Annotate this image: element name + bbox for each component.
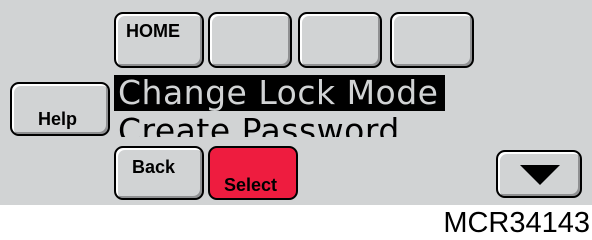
back-button-label: Back — [132, 157, 176, 177]
blank-button-2[interactable] — [298, 12, 382, 68]
menu-item-next[interactable]: Create Password — [118, 113, 400, 137]
help-button[interactable]: Help — [10, 82, 110, 136]
select-button[interactable]: Select — [208, 146, 298, 200]
select-button-label: Select — [224, 175, 278, 195]
blank-button-1[interactable] — [208, 12, 292, 68]
thermostat-screen: HOME Help Change Lock Mode Create Passwo… — [0, 0, 592, 205]
menu-item-selected[interactable]: Change Lock Mode — [114, 75, 445, 111]
menu-item-next-label: Create Password — [118, 113, 400, 137]
menu-item-selected-label: Change Lock Mode — [118, 73, 439, 112]
figure-id: MCR34143 — [443, 207, 590, 239]
blank-button-3[interactable] — [390, 12, 474, 68]
help-button-label: Help — [38, 109, 78, 129]
home-button[interactable]: HOME — [114, 12, 204, 68]
down-triangle-icon — [520, 165, 560, 185]
scroll-down-button[interactable] — [496, 150, 582, 198]
home-button-label: HOME — [126, 21, 180, 41]
back-button[interactable]: Back — [114, 146, 204, 200]
